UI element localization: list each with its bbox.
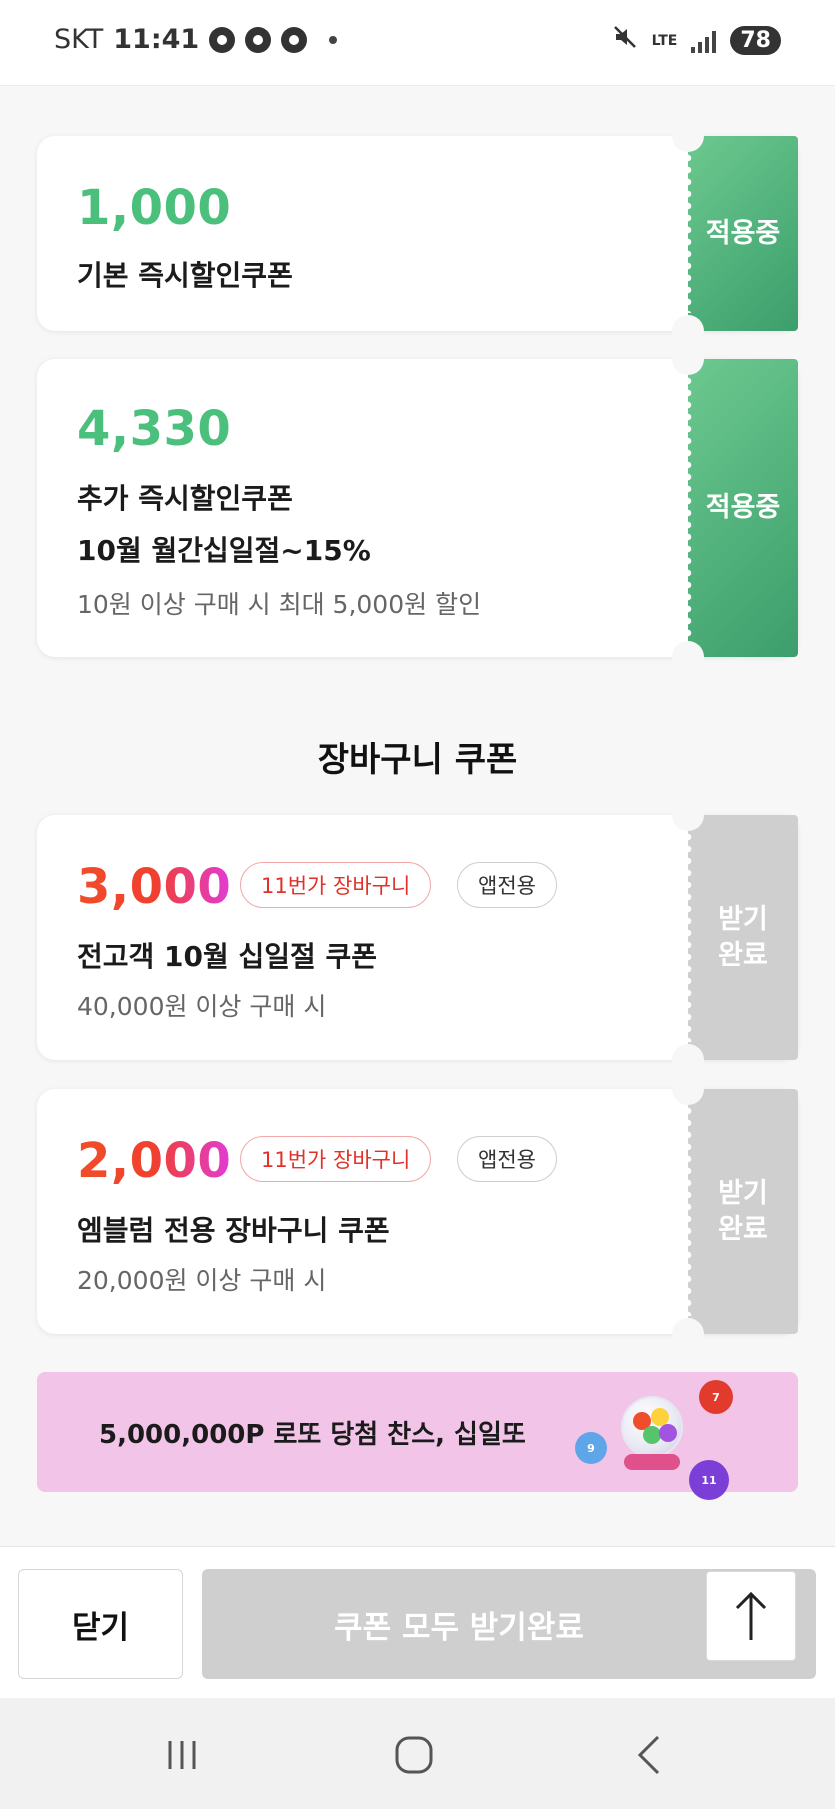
lottery-machine-base xyxy=(624,1454,680,1470)
coupon-condition: 20,000원 이상 구매 시 xyxy=(77,1266,327,1295)
coupon-amount: 1,000 xyxy=(77,180,232,236)
tag-11st-cart: 11번가 장바구니 xyxy=(240,1136,432,1182)
carrier-label: SKT xyxy=(54,24,104,55)
ticket-notch xyxy=(672,343,704,375)
banner-text: 5,000,000P 로또 당첨 찬스, 십일또 xyxy=(99,1420,526,1450)
system-nav-bar xyxy=(0,1698,835,1809)
lotto-ball-icon: 7 xyxy=(699,1380,733,1414)
tag-app-only: 앱전용 xyxy=(457,862,557,908)
close-button[interactable]: 닫기 xyxy=(18,1569,183,1679)
recents-icon xyxy=(168,1741,196,1769)
coupon-condition: 10원 이상 구매 시 최대 5,000원 할인 xyxy=(77,590,482,619)
coupon-status-applied: 적용중 xyxy=(684,359,798,657)
applied-coupon-basic: 1,000 기본 즉시할인쿠폰 적용중 xyxy=(37,120,798,347)
coupon-title: 추가 즉시할인쿠폰 xyxy=(77,482,293,515)
coupon-status-received: 받기 완료 xyxy=(684,815,798,1060)
back-icon xyxy=(637,1735,660,1775)
ticket-notch xyxy=(672,1073,704,1105)
status-right: LTE 78 xyxy=(612,24,787,57)
battery-icon: 78 xyxy=(730,26,787,55)
tag-11st-cart: 11번가 장바구니 xyxy=(240,862,432,908)
lte-indicator: LTE xyxy=(651,32,678,49)
lotto-ball-icon: 9 xyxy=(575,1432,607,1464)
coupon-subtitle: 10월 월간십일절~15% xyxy=(77,534,371,567)
more-notifications-dot-icon xyxy=(329,35,338,44)
lotto-ball-icon: 11 xyxy=(689,1460,729,1500)
scroll-top-button[interactable] xyxy=(706,1571,796,1661)
ticket-notch xyxy=(672,1318,704,1350)
home-icon xyxy=(395,1736,433,1774)
status-label: 적용중 xyxy=(705,492,781,523)
cart-coupon-item[interactable]: 3,000 11번가 장바구니 앱전용 전고객 10월 십일절 쿠폰 40,00… xyxy=(37,799,798,1076)
status-label-line1: 받기 xyxy=(718,1177,768,1209)
status-label: 적용중 xyxy=(705,217,781,249)
lotto-promo-banner[interactable]: 5,000,000P 로또 당첨 찬스, 십일또 9 11 7 xyxy=(37,1372,798,1500)
recents-button[interactable] xyxy=(152,1730,212,1780)
camera-notification-icon xyxy=(281,26,308,53)
ticket-notch xyxy=(672,799,704,831)
arrow-up-icon xyxy=(735,1591,767,1640)
coupon-condition: 40,000원 이상 구매 시 xyxy=(77,992,327,1021)
cart-coupon-item[interactable]: 2,000 11번가 장바구니 앱전용 엠블럼 전용 장바구니 쿠폰 20,00… xyxy=(37,1073,798,1350)
coupon-amount: 2,000 xyxy=(77,1133,232,1189)
home-button[interactable] xyxy=(384,1730,444,1780)
bottom-action-bar: 닫기 쿠폰 모두 받기완료 xyxy=(0,1546,835,1698)
coupon-amount: 4,330 xyxy=(77,401,232,457)
tag-app-only: 앱전용 xyxy=(457,1136,557,1182)
mute-icon xyxy=(612,24,638,57)
camera-notification-icon xyxy=(245,26,272,53)
status-label-line2: 완료 xyxy=(718,939,768,971)
status-bar: SKT 11:41 LTE 78 xyxy=(0,0,835,86)
coupon-title: 엠블럼 전용 장바구니 쿠폰 xyxy=(77,1214,390,1247)
clock: 11:41 xyxy=(113,24,200,55)
coupon-title: 전고객 10월 십일절 쿠폰 xyxy=(77,940,378,973)
status-left: SKT 11:41 xyxy=(54,24,338,55)
back-button[interactable] xyxy=(620,1730,680,1780)
status-label-line2: 완료 xyxy=(718,1213,768,1245)
ticket-notch xyxy=(672,120,704,152)
status-label-line1: 받기 xyxy=(718,903,768,935)
coupon-status-applied: 적용중 xyxy=(684,136,798,331)
applied-coupon-extra: 4,330 추가 즉시할인쿠폰 10월 월간십일절~15% 10원 이상 구매 … xyxy=(37,343,798,673)
signal-icon xyxy=(691,29,717,53)
coupon-status-received: 받기 완료 xyxy=(684,1089,798,1334)
ticket-notch xyxy=(672,1044,704,1076)
coupon-title: 기본 즉시할인쿠폰 xyxy=(77,259,293,292)
section-title-cart-coupons: 장바구니 쿠폰 xyxy=(317,740,518,780)
lottery-machine-icon xyxy=(621,1396,683,1458)
ticket-notch xyxy=(672,641,704,673)
coupon-amount: 3,000 xyxy=(77,859,232,915)
camera-notification-icon xyxy=(209,26,236,53)
